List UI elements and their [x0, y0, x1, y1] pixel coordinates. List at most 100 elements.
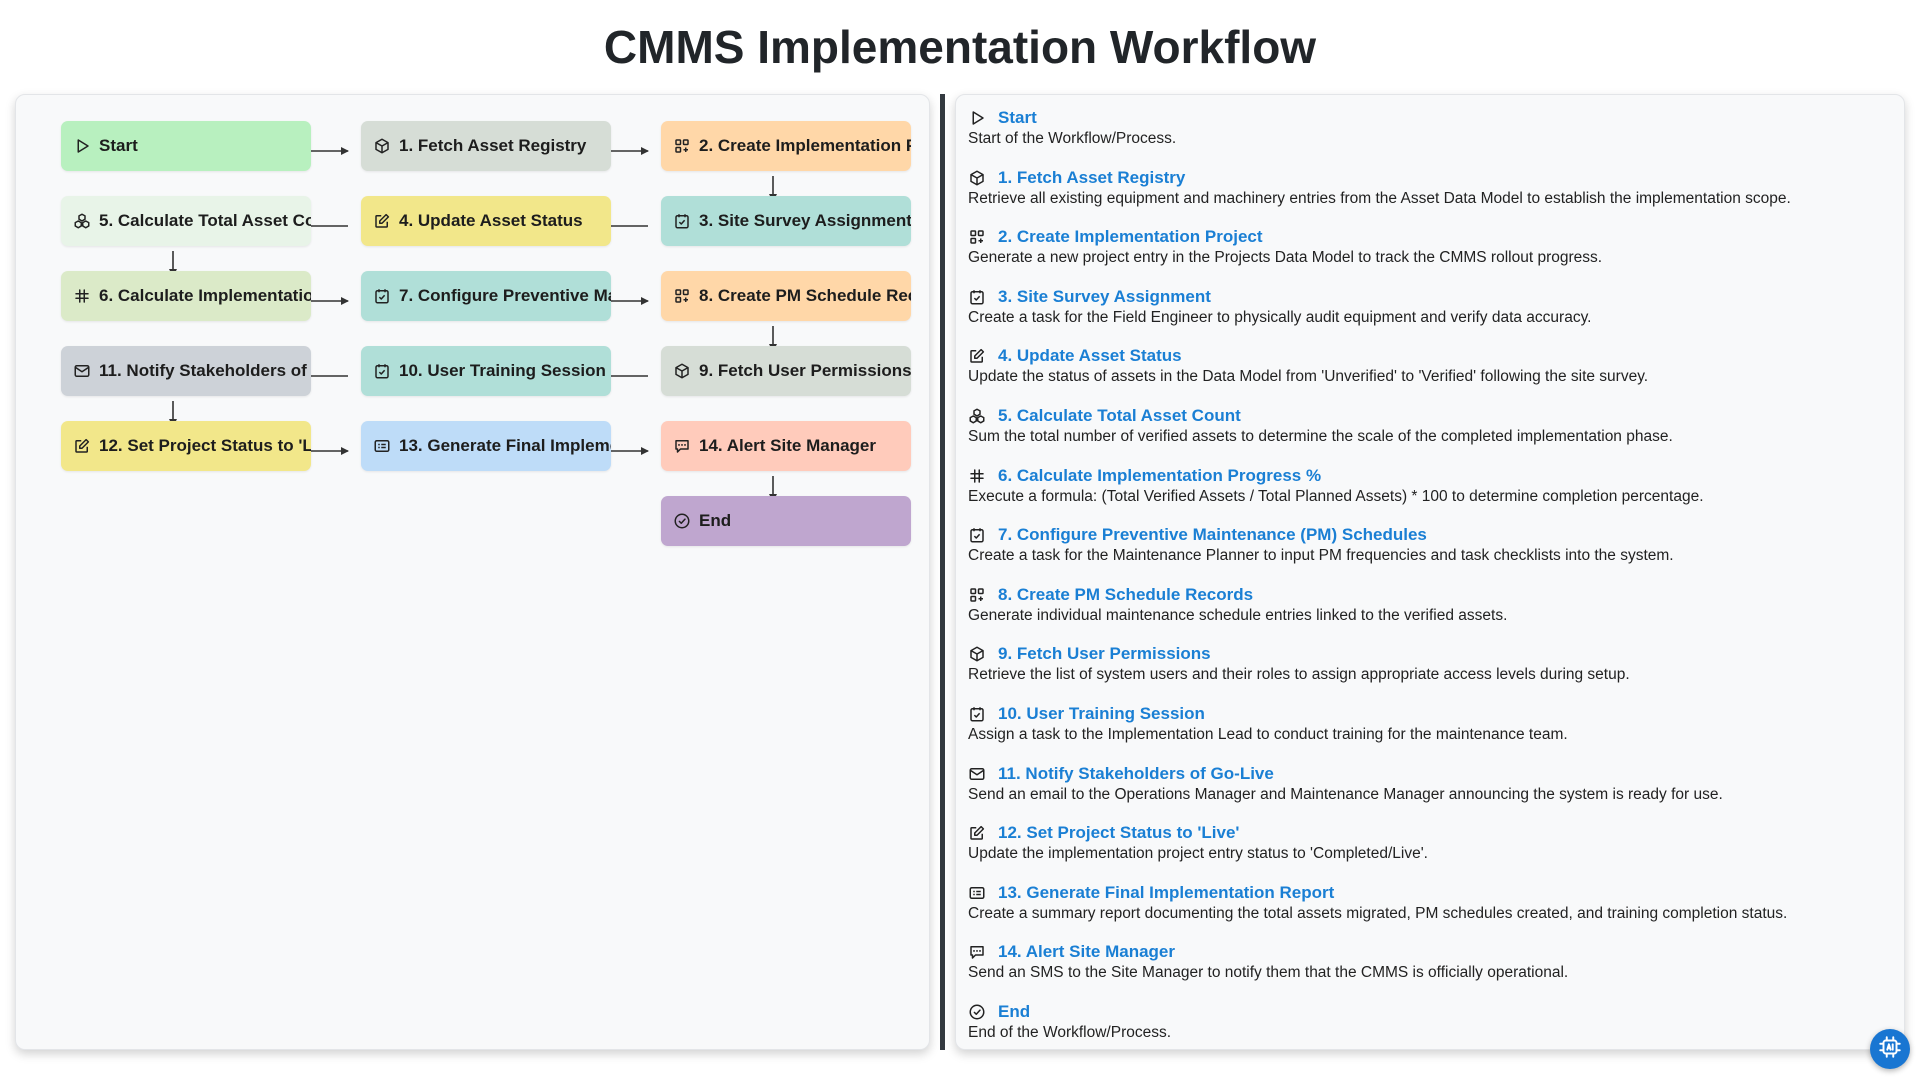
- hash-icon: [968, 467, 986, 485]
- step-detail-title-link[interactable]: Start: [998, 108, 1037, 128]
- flow-node-label: 1. Fetch Asset Registry: [399, 136, 587, 155]
- flow-node-label: 2. Create Implementation Project: [699, 136, 911, 155]
- step-detail-item: 11. Notify Stakeholders of Go-Live Send a…: [968, 763, 1888, 823]
- mail-icon: [968, 765, 986, 783]
- step-detail-item: 9. Fetch User Permissions Retrieve the li…: [968, 643, 1888, 703]
- step-detail-item: 1. Fetch Asset Registry Retrieve all exis…: [968, 167, 1888, 227]
- step-detail-title-link[interactable]: 11. Notify Stakeholders of Go-Live: [998, 764, 1274, 784]
- step-detail-title-link[interactable]: 9. Fetch User Permissions: [998, 644, 1211, 664]
- flow-node-label: End: [699, 511, 732, 530]
- play-icon: [968, 109, 986, 127]
- cube-icon: [673, 362, 691, 380]
- report-icon: [968, 884, 986, 902]
- cube-icon: [373, 137, 391, 155]
- play-icon: [73, 137, 91, 155]
- step-detail-item: 3. Site Survey Assignment Create a task f…: [968, 286, 1888, 346]
- flow-node-n10[interactable]: 10. User Training Session: [361, 346, 611, 396]
- step-detail-header: 1. Fetch Asset Registry: [968, 167, 1888, 189]
- flow-node-n9[interactable]: 9. Fetch User Permissions: [661, 346, 911, 396]
- step-detail-item: 10. User Training Session Assign a task t…: [968, 703, 1888, 763]
- step-detail-title-link[interactable]: 2. Create Implementation Project: [998, 227, 1263, 247]
- step-detail-item: Start Start of the Workflow/Process.: [968, 107, 1888, 167]
- step-detail-header: 8. Create PM Schedule Records: [968, 584, 1888, 606]
- step-detail-title-link[interactable]: 12. Set Project Status to 'Live': [998, 823, 1239, 843]
- cubes-icon: [73, 212, 91, 230]
- step-detail-description: Retrieve the list of system users and th…: [968, 666, 1630, 684]
- flow-node-n7[interactable]: 7. Configure Preventive Maintenance (PM)…: [361, 271, 611, 321]
- edit-icon: [968, 824, 986, 842]
- flow-node-label: 4. Update Asset Status: [399, 211, 583, 230]
- step-detail-item: 12. Set Project Status to 'Live' Update t…: [968, 822, 1888, 882]
- step-detail-header: 11. Notify Stakeholders of Go-Live: [968, 763, 1888, 785]
- step-detail-description: Create a task for the Field Engineer to …: [968, 308, 1592, 326]
- report-icon: [373, 437, 391, 455]
- step-detail-header: 4. Update Asset Status: [968, 345, 1888, 367]
- step-detail-title-link[interactable]: 6. Calculate Implementation Progress %: [998, 466, 1321, 486]
- flow-node-label: 5. Calculate Total Asset Count: [99, 211, 311, 230]
- step-detail-description: Execute a formula: (Total Verified Asset…: [968, 487, 1704, 505]
- step-detail-title-link[interactable]: 10. User Training Session: [998, 704, 1205, 724]
- step-detail-title-link[interactable]: 13. Generate Final Implementation Report: [998, 883, 1334, 903]
- step-details-list: Start Start of the Workflow/Process. 1. Fe…: [968, 107, 1888, 1061]
- flow-node-label: 8. Create PM Schedule Records: [699, 286, 911, 305]
- step-detail-header: 14. Alert Site Manager: [968, 941, 1888, 963]
- step-detail-title-link[interactable]: 14. Alert Site Manager: [998, 942, 1175, 962]
- step-detail-description: Start of the Workflow/Process.: [968, 130, 1177, 147]
- step-detail-description: Create a summary report documenting the …: [968, 904, 1788, 922]
- flow-node-end[interactable]: End: [661, 496, 911, 546]
- edit-icon: [73, 437, 91, 455]
- flow-node-label: 14. Alert Site Manager: [699, 436, 876, 455]
- flow-node-n8[interactable]: 8. Create PM Schedule Records: [661, 271, 911, 321]
- cube-icon: [968, 169, 986, 187]
- sms-icon: [968, 943, 986, 961]
- step-detail-header: 12. Set Project Status to 'Live': [968, 822, 1888, 844]
- flow-node-n13[interactable]: 13. Generate Final Implementation Report: [361, 421, 611, 471]
- flow-node-label: 10. User Training Session: [399, 361, 606, 380]
- flow-node-n11[interactable]: 11. Notify Stakeholders of Go-Live: [61, 346, 311, 396]
- check-circle-icon: [673, 512, 691, 530]
- step-detail-header: End: [968, 1001, 1888, 1023]
- step-detail-title-link[interactable]: End: [998, 1002, 1030, 1022]
- flow-node-n2[interactable]: 2. Create Implementation Project: [661, 121, 911, 171]
- flow-node-n3[interactable]: 3. Site Survey Assignment: [661, 196, 911, 246]
- ai-assistant-button[interactable]: [1870, 1029, 1910, 1069]
- step-detail-title-link[interactable]: 7. Configure Preventive Maintenance (PM)…: [998, 525, 1427, 545]
- step-detail-header: 2. Create Implementation Project: [968, 226, 1888, 248]
- step-detail-item: 6. Calculate Implementation Progress % Ex…: [968, 465, 1888, 525]
- task-check-icon: [968, 526, 986, 544]
- step-detail-description: Update the implementation project entry …: [968, 845, 1428, 863]
- grid-plus-icon: [673, 287, 691, 305]
- step-detail-header: 6. Calculate Implementation Progress %: [968, 465, 1888, 487]
- flow-node-label: 13. Generate Final Implementation Report: [399, 436, 611, 455]
- flow-node-label: 7. Configure Preventive Maintenance (PM)…: [399, 286, 611, 305]
- flow-node-start[interactable]: Start: [61, 121, 311, 171]
- hash-icon: [73, 287, 91, 305]
- step-detail-title-link[interactable]: 5. Calculate Total Asset Count: [998, 406, 1241, 426]
- details-panel: Start Start of the Workflow/Process. 1. Fe…: [955, 94, 1905, 1050]
- step-detail-title-link[interactable]: 3. Site Survey Assignment: [998, 287, 1211, 307]
- task-check-icon: [968, 288, 986, 306]
- flow-node-label: 11. Notify Stakeholders of Go-Live: [99, 361, 311, 380]
- step-detail-description: Generate individual maintenance schedule…: [968, 606, 1508, 624]
- check-circle-icon: [968, 1003, 986, 1021]
- step-detail-description: Generate a new project entry in the Proj…: [968, 249, 1603, 267]
- panel-splitter[interactable]: [940, 94, 945, 1050]
- flow-node-n12[interactable]: 12. Set Project Status to 'Live': [61, 421, 311, 471]
- flow-node-n6[interactable]: 6. Calculate Implementation Progress %: [61, 271, 311, 321]
- flow-node-n1[interactable]: 1. Fetch Asset Registry: [361, 121, 611, 171]
- sms-icon: [673, 437, 691, 455]
- flow-canvas[interactable]: Start 1. Fetch Asset Registry 2. Create Im…: [15, 94, 930, 1050]
- flow-node-label: 12. Set Project Status to 'Live': [99, 436, 311, 455]
- step-detail-title-link[interactable]: 4. Update Asset Status: [998, 346, 1182, 366]
- step-detail-title-link[interactable]: 1. Fetch Asset Registry: [998, 168, 1185, 188]
- step-detail-title-link[interactable]: 8. Create PM Schedule Records: [998, 585, 1253, 605]
- flow-node-label: 6. Calculate Implementation Progress %: [99, 286, 311, 305]
- step-detail-header: 7. Configure Preventive Maintenance (PM)…: [968, 524, 1888, 546]
- step-detail-item: 2. Create Implementation Project Generate…: [968, 226, 1888, 286]
- step-detail-description: Sum the total number of verified assets …: [968, 427, 1673, 445]
- flow-node-n14[interactable]: 14. Alert Site Manager: [661, 421, 911, 471]
- flow-node-n5[interactable]: 5. Calculate Total Asset Count: [61, 196, 311, 246]
- flow-node-n4[interactable]: 4. Update Asset Status: [361, 196, 611, 246]
- cube-icon: [968, 645, 986, 663]
- step-detail-item: 14. Alert Site Manager Send an SMS to the…: [968, 941, 1888, 1001]
